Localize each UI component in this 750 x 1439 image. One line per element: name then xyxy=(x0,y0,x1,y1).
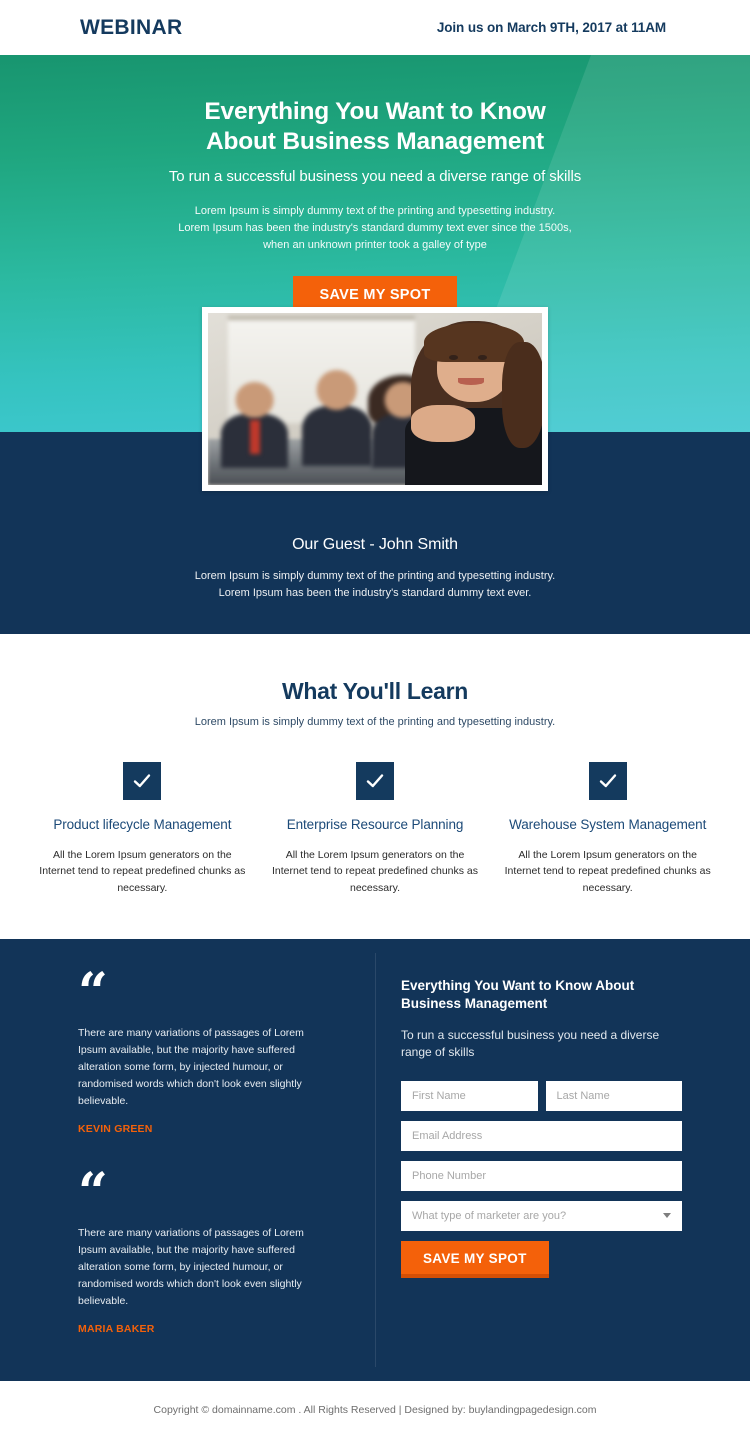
phone-row xyxy=(401,1161,682,1192)
form-submit-wrapper: SAVE MY SPOT xyxy=(401,1241,682,1279)
footer: Copyright © domainname.com . All Rights … xyxy=(0,1380,750,1439)
what-youll-learn-section: What You'll Learn Lorem Ipsum is simply … xyxy=(0,634,750,939)
quote-icon: “ xyxy=(78,1161,108,1223)
check-icon xyxy=(588,762,627,801)
learn-card-text: All the Lorem Ipsum generators on the In… xyxy=(39,848,246,895)
learn-card-title: Product lifecycle Management xyxy=(53,817,232,833)
hero-paragraph-line1: Lorem Ipsum is simply dummy text of the … xyxy=(194,204,556,217)
webinar-date-text: Join us on March 9TH, 2017 at 11AM xyxy=(436,20,666,35)
testimonial-text: There are many variations of passages of… xyxy=(78,1226,304,1307)
guest-title: Our Guest - John Smith xyxy=(292,536,458,553)
guest-photo-frame xyxy=(202,307,548,491)
testimonial-maria-baker: “ There are many variations of passages … xyxy=(78,1161,333,1335)
testimonial-text: There are many variations of passages of… xyxy=(78,1026,304,1107)
hero-paragraph-line2: Lorem Ipsum has been the industry's stan… xyxy=(178,221,572,234)
last-name-input[interactable] xyxy=(545,1081,682,1112)
check-icon xyxy=(356,762,394,801)
signup-form-column: Everything You Want to Know About Busine… xyxy=(375,977,750,1335)
hero-paragraph: Lorem Ipsum is simply dummy text of the … xyxy=(0,203,750,254)
hero-content: Everything You Want to Know About Busine… xyxy=(0,55,750,317)
form-title: Everything You Want to Know About Busine… xyxy=(401,977,635,1011)
check-icon xyxy=(123,762,162,801)
footer-copyright: Copyright © domainname.com . All Rights … xyxy=(153,1403,597,1416)
testimonial-kevin-green: “ There are many variations of passages … xyxy=(78,961,333,1135)
photo-necktie xyxy=(249,419,261,455)
email-row xyxy=(401,1121,682,1152)
name-row xyxy=(401,1081,682,1112)
phone-input[interactable] xyxy=(401,1161,682,1192)
hero-heading-line2: About Business Management xyxy=(205,127,545,155)
learn-card-enterprise-resource-planning: Enterprise Resource Planning All the Lor… xyxy=(259,762,492,897)
testimonial-author: MARIA BAKER xyxy=(78,1322,155,1335)
form-subtitle: To run a successful business you need a … xyxy=(401,1028,660,1060)
guest-paragraph-line2: Lorem Ipsum has been the industry's stan… xyxy=(218,587,532,600)
photo-foreground-woman xyxy=(402,318,542,485)
guest-photo xyxy=(208,313,542,485)
learn-heading: What You'll Learn xyxy=(281,678,469,705)
testimonials-column: “ There are many variations of passages … xyxy=(0,961,375,1335)
learn-subheading: Lorem Ipsum is simply dummy text of the … xyxy=(194,716,556,729)
learn-cards: Product lifecycle Management All the Lor… xyxy=(0,762,750,897)
learn-card-text: All the Lorem Ipsum generators on the In… xyxy=(504,848,711,895)
learn-card-product-lifecycle: Product lifecycle Management All the Lor… xyxy=(26,762,259,897)
signup-form: SAVE MY SPOT xyxy=(401,1081,682,1279)
email-input[interactable] xyxy=(401,1121,682,1152)
learn-card-warehouse-system: Warehouse System Management All the Lore… xyxy=(491,762,724,897)
top-bar: WEBINAR Join us on March 9TH, 2017 at 11… xyxy=(0,0,750,55)
testimonials-and-form-section: “ There are many variations of passages … xyxy=(0,938,750,1381)
guest-paragraph-line1: Lorem Ipsum is simply dummy text of the … xyxy=(194,570,556,582)
learn-card-text: All the Lorem Ipsum generators on the In… xyxy=(271,848,479,895)
brand-logo[interactable]: WEBINAR xyxy=(80,16,182,40)
marketer-type-select-wrapper xyxy=(401,1201,682,1232)
learn-card-title: Enterprise Resource Planning xyxy=(286,817,464,833)
testimonial-author: KEVIN GREEN xyxy=(78,1122,153,1135)
hero-heading-line1: Everything You Want to Know xyxy=(204,98,546,125)
guest-paragraph: Lorem Ipsum is simply dummy text of the … xyxy=(0,568,750,602)
first-name-input[interactable] xyxy=(401,1081,538,1112)
marketer-type-select[interactable] xyxy=(401,1201,682,1232)
section-divider xyxy=(375,952,376,1367)
quote-icon: “ xyxy=(78,961,108,1023)
hero-heading: Everything You Want to Know About Busine… xyxy=(0,97,750,157)
form-save-my-spot-button[interactable]: SAVE MY SPOT xyxy=(401,1241,549,1279)
photo-person-2 xyxy=(301,369,372,467)
learn-card-title: Warehouse System Management xyxy=(509,817,707,833)
hero-subheading: To run a successful business you need a … xyxy=(168,167,582,185)
hero-paragraph-line3: when an unknown printer took a galley of… xyxy=(263,239,487,252)
